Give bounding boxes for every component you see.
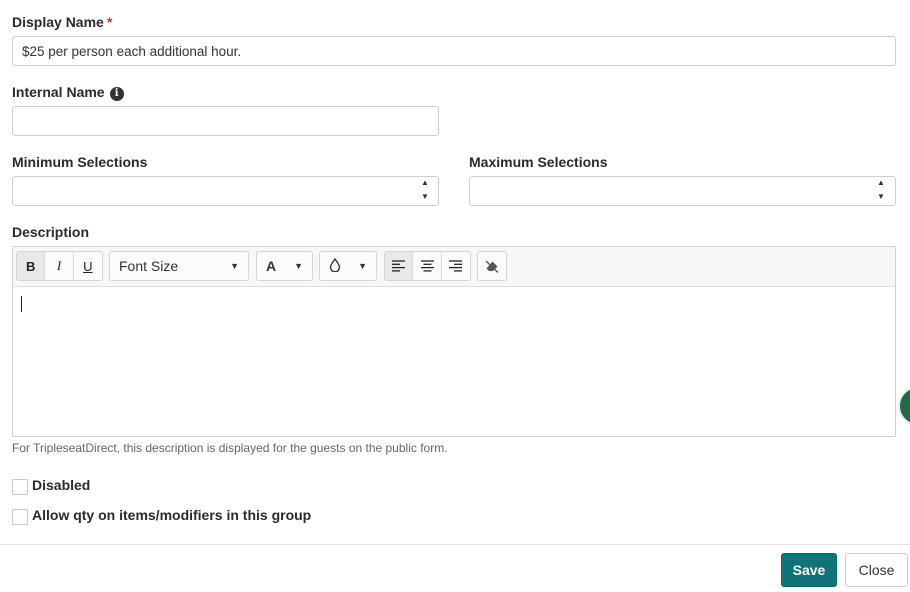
allow-qty-checkbox[interactable]: [12, 509, 28, 525]
editor-toolbar: B I U Font Size ▼ A ▼ ▼: [13, 247, 895, 287]
font-size-dropdown[interactable]: Font Size ▼: [109, 251, 249, 281]
text-style-group: B I U: [16, 251, 103, 281]
maximum-decrement-icon[interactable]: ▼: [877, 192, 885, 204]
chevron-down-icon: ▼: [230, 261, 239, 271]
chat-widget-icon[interactable]: [898, 386, 910, 426]
text-cursor: [21, 296, 22, 312]
underline-button[interactable]: U: [74, 252, 102, 280]
align-left-icon: [392, 260, 406, 272]
font-color-dropdown[interactable]: A ▼: [256, 251, 313, 281]
align-center-icon: [420, 260, 434, 272]
description-editor: B I U Font Size ▼ A ▼ ▼: [12, 246, 896, 437]
minimum-increment-icon[interactable]: ▲: [421, 178, 429, 190]
allow-qty-checkbox-label: Allow qty on items/modifiers in this gro…: [32, 507, 312, 523]
internal-name-input[interactable]: [12, 106, 439, 136]
description-help-text: For TripleseatDirect, this description i…: [12, 441, 448, 455]
align-center-button[interactable]: [413, 252, 442, 280]
eraser-icon: [485, 260, 499, 273]
maximum-selections-label: Maximum Selections: [469, 154, 608, 170]
display-name-input[interactable]: [12, 36, 896, 66]
bold-button[interactable]: B: [17, 252, 46, 280]
maximum-increment-icon[interactable]: ▲: [877, 178, 885, 190]
minimum-selections-input[interactable]: [12, 176, 439, 206]
minimum-selections-spinner: ▲ ▼: [412, 177, 438, 205]
disabled-checkbox-label: Disabled: [32, 477, 91, 493]
close-button[interactable]: Close: [845, 553, 908, 587]
highlight-color-select[interactable]: ▼: [320, 252, 376, 280]
clear-format-button[interactable]: [478, 252, 506, 280]
save-button[interactable]: Save: [781, 553, 837, 587]
align-right-button[interactable]: [442, 252, 470, 280]
alignment-group: [384, 251, 471, 281]
disabled-checkbox-row[interactable]: Disabled: [12, 475, 90, 495]
internal-name-label: Internal Name i: [12, 84, 124, 101]
chevron-down-icon: ▼: [358, 261, 367, 271]
footer-divider: [0, 544, 910, 545]
description-content-area[interactable]: [13, 288, 895, 436]
droplet-icon: [329, 257, 341, 275]
chevron-down-icon: ▼: [294, 261, 303, 271]
allow-qty-checkbox-row[interactable]: Allow qty on items/modifiers in this gro…: [12, 505, 311, 525]
highlight-color-dropdown[interactable]: ▼: [319, 251, 377, 281]
font-size-label: Font Size: [119, 258, 179, 274]
description-label: Description: [12, 224, 90, 240]
clear-format-group: [477, 251, 507, 281]
required-marker: *: [106, 14, 113, 30]
display-name-label-text: Display Name: [12, 14, 104, 30]
minimum-selections-label: Minimum Selections: [12, 154, 148, 170]
font-color-select[interactable]: A ▼: [257, 252, 312, 280]
display-name-label: Display Name *: [12, 14, 112, 30]
internal-name-label-text: Internal Name: [12, 84, 105, 100]
align-right-icon: [449, 260, 463, 272]
minimum-decrement-icon[interactable]: ▼: [421, 192, 429, 204]
disabled-checkbox[interactable]: [12, 479, 28, 495]
info-icon[interactable]: i: [109, 87, 124, 101]
maximum-selections-spinner: ▲ ▼: [868, 177, 894, 205]
italic-button[interactable]: I: [45, 252, 74, 280]
align-left-button[interactable]: [385, 252, 414, 280]
font-color-icon: A: [266, 258, 277, 274]
font-size-select[interactable]: Font Size ▼: [110, 252, 248, 280]
maximum-selections-input[interactable]: [469, 176, 896, 206]
